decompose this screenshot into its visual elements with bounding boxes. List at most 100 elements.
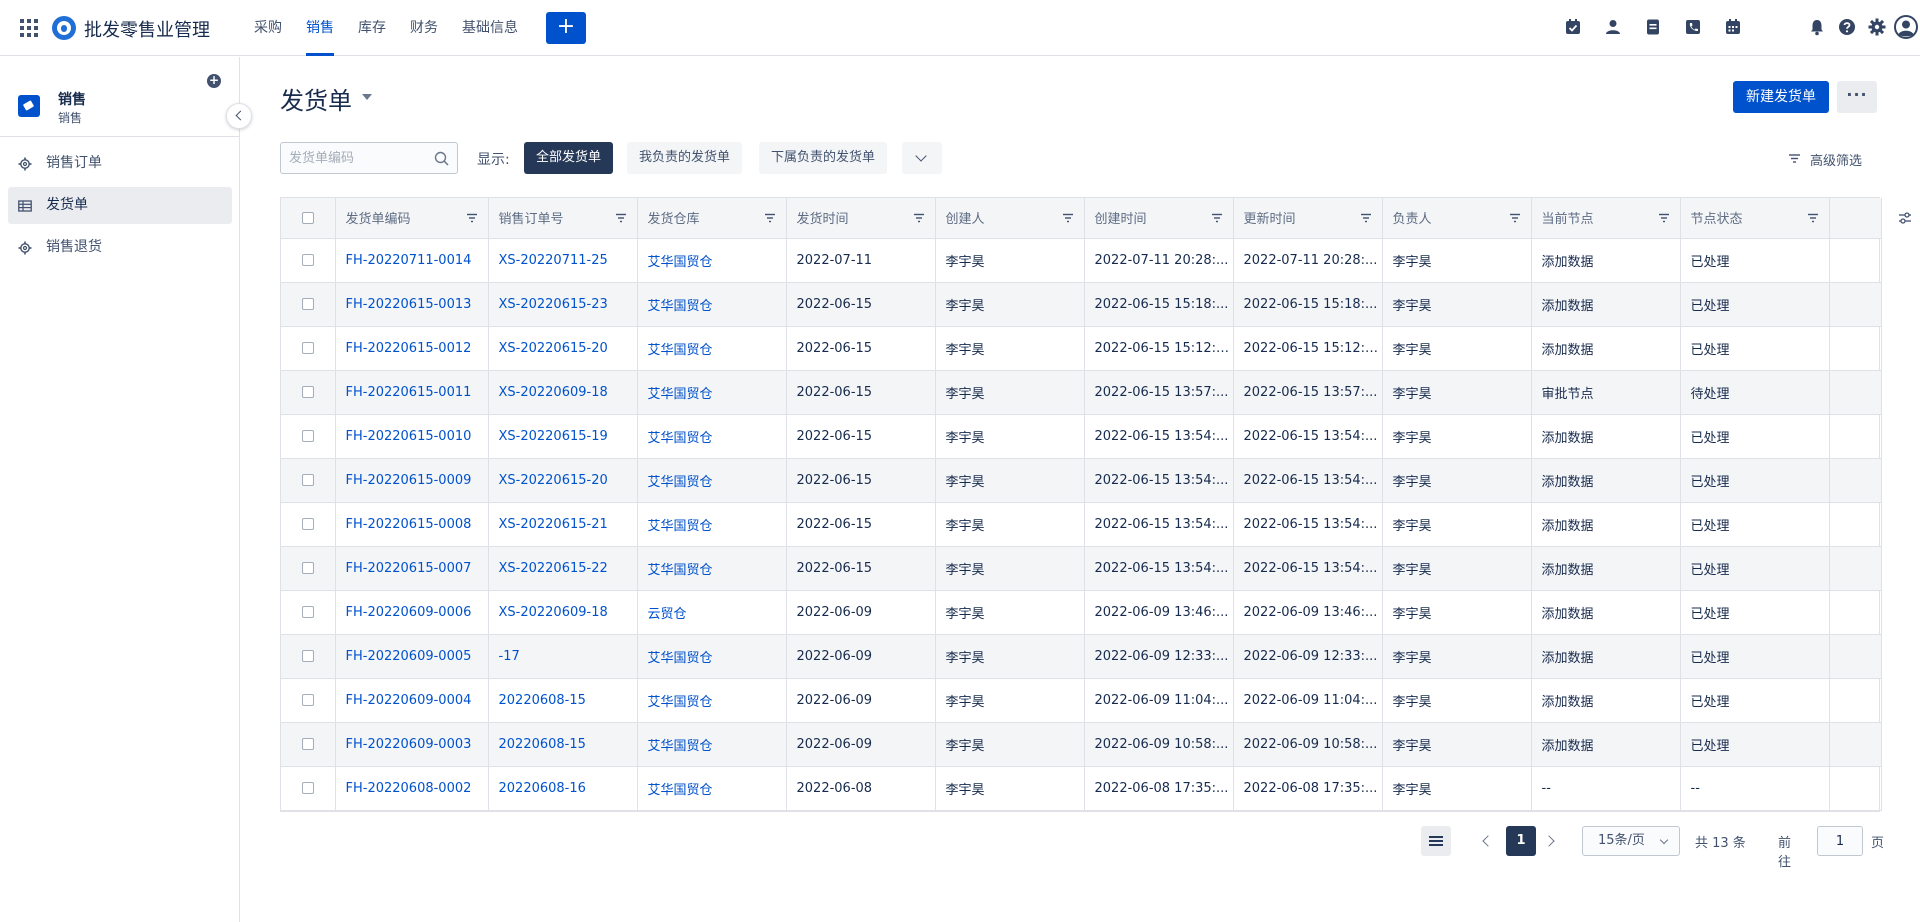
column-header[interactable]: 发货仓库 — [637, 198, 787, 239]
table-cell[interactable]: XS-20220615-22 — [488, 546, 638, 591]
row-checkbox[interactable] — [301, 518, 314, 530]
table-cell[interactable]: XS-20220615-19 — [488, 414, 638, 459]
avatar-icon[interactable] — [1894, 15, 1918, 39]
table-cell[interactable]: FH-20220615-0007 — [335, 546, 489, 591]
filter-icon[interactable] — [1360, 212, 1372, 224]
table-cell[interactable]: FH-20220615-0012 — [335, 326, 489, 371]
current-page-button[interactable]: 1 — [1506, 826, 1536, 856]
table-cell[interactable]: FH-20220711-0014 — [335, 238, 489, 283]
table-row[interactable]: FH-20220615-0009 XS-20220615-20 艾华国贸仓 2022-… — [281, 458, 1882, 503]
add-circle-icon[interactable]: + — [207, 74, 221, 88]
table-cell[interactable]: XS-20220609-18 — [488, 590, 638, 635]
table-cell[interactable]: XS-20220615-20 — [488, 326, 638, 371]
filter-icon[interactable] — [466, 212, 478, 224]
bell-icon[interactable] — [1808, 18, 1826, 36]
page-size-select[interactable]: 15条/页 — [1582, 826, 1680, 856]
table-cell[interactable]: 20220608-15 — [488, 678, 638, 723]
column-header[interactable]: 创建时间 — [1084, 198, 1234, 239]
table-cell[interactable]: 20220608-16 — [488, 766, 638, 811]
table-row[interactable]: FH-20220615-0008 XS-20220615-21 艾华国贸仓 2022-… — [281, 502, 1882, 547]
table-row[interactable]: FH-20220615-0010 XS-20220615-19 艾华国贸仓 2022-… — [281, 414, 1882, 459]
row-checkbox[interactable] — [301, 474, 314, 486]
column-settings-icon[interactable] — [1898, 211, 1912, 225]
table-row[interactable]: FH-20220615-0011 XS-20220609-18 艾华国贸仓 2022-… — [281, 370, 1882, 415]
calendar-icon[interactable] — [1724, 18, 1742, 36]
list-view-button[interactable] — [1421, 826, 1451, 856]
row-checkbox[interactable] — [301, 562, 314, 574]
table-cell[interactable]: XS-20220615-20 — [488, 458, 638, 503]
filter-icon[interactable] — [764, 212, 776, 224]
column-header[interactable]: 更新时间 — [1233, 198, 1383, 239]
task-icon[interactable] — [1564, 18, 1582, 36]
row-checkbox[interactable] — [301, 606, 314, 618]
table-row[interactable]: FH-20220615-0012 XS-20220615-20 艾华国贸仓 2022-… — [281, 326, 1882, 371]
table-cell[interactable]: FH-20220609-0004 — [335, 678, 489, 723]
user-icon[interactable] — [1604, 18, 1622, 36]
table-row[interactable]: FH-20220609-0005 -17 艾华国贸仓 2022-06-09 李宇昊 202… — [281, 634, 1882, 679]
table-cell[interactable]: 艾华国贸仓 — [637, 282, 787, 327]
table-cell[interactable]: 艾华国贸仓 — [637, 458, 787, 503]
goto-page-input[interactable] — [1818, 827, 1862, 855]
filter-my-delivery-notes[interactable]: 我负责的发货单 — [627, 142, 743, 174]
phone-icon[interactable] — [1684, 18, 1702, 36]
sidebar-item-sales-order[interactable]: 销售订单 — [8, 145, 232, 182]
sidebar-item-delivery-note[interactable]: 发货单 — [8, 187, 232, 224]
page-title[interactable]: 发货单 — [280, 81, 352, 116]
column-header[interactable]: 节点状态 — [1680, 198, 1830, 239]
collapse-sidebar-button[interactable] — [226, 103, 252, 129]
more-actions-button[interactable]: ··· — [1837, 81, 1877, 113]
table-cell[interactable]: FH-20220615-0011 — [335, 370, 489, 415]
select-all-checkbox[interactable] — [301, 211, 314, 224]
nav-item-inventory[interactable]: 库存 — [346, 0, 398, 56]
nav-item-finance[interactable]: 财务 — [398, 0, 450, 56]
table-row[interactable]: FH-20220615-0007 XS-20220615-22 艾华国贸仓 2022-… — [281, 546, 1882, 591]
sidebar-item-sales-return[interactable]: 销售退货 — [8, 229, 232, 266]
row-checkbox[interactable] — [301, 386, 314, 398]
table-cell[interactable]: 艾华国贸仓 — [637, 326, 787, 371]
more-filters-dropdown[interactable] — [902, 142, 942, 174]
row-checkbox[interactable] — [301, 650, 314, 662]
table-cell[interactable]: FH-20220608-0002 — [335, 766, 489, 811]
document-icon[interactable] — [1644, 18, 1662, 36]
table-cell[interactable]: FH-20220615-0009 — [335, 458, 489, 503]
table-row[interactable]: FH-20220615-0013 XS-20220615-23 艾华国贸仓 2022-… — [281, 282, 1882, 327]
table-cell[interactable]: 云贸仓 — [637, 590, 787, 635]
settings-icon[interactable] — [1868, 18, 1886, 36]
table-cell[interactable]: 艾华国贸仓 — [637, 678, 787, 723]
chevron-down-icon[interactable] — [362, 94, 372, 100]
filter-icon[interactable] — [913, 212, 925, 224]
table-cell[interactable]: 艾华国贸仓 — [637, 546, 787, 591]
search-input[interactable] — [281, 143, 421, 173]
row-checkbox[interactable] — [301, 254, 314, 266]
table-cell[interactable]: XS-20220615-23 — [488, 282, 638, 327]
filter-icon[interactable] — [1062, 212, 1074, 224]
row-checkbox[interactable] — [301, 342, 314, 354]
filter-subordinate-delivery-notes[interactable]: 下属负责的发货单 — [759, 142, 888, 174]
table-cell[interactable]: FH-20220615-0010 — [335, 414, 489, 459]
row-checkbox[interactable] — [301, 430, 314, 442]
filter-icon[interactable] — [1807, 212, 1819, 224]
table-cell[interactable]: FH-20220609-0005 — [335, 634, 489, 679]
table-cell[interactable]: XS-20220609-18 — [488, 370, 638, 415]
app-switcher-icon[interactable] — [20, 19, 38, 37]
row-checkbox[interactable] — [301, 694, 314, 706]
filter-icon[interactable] — [1509, 212, 1521, 224]
table-row[interactable]: FH-20220711-0014 XS-20220711-25 艾华国贸仓 2022-… — [281, 238, 1882, 283]
row-checkbox[interactable] — [301, 782, 314, 794]
table-cell[interactable]: FH-20220609-0006 — [335, 590, 489, 635]
nav-item-sales[interactable]: 销售 — [294, 0, 346, 56]
next-page-icon[interactable] — [1543, 835, 1555, 847]
filter-icon[interactable] — [615, 212, 627, 224]
filter-all-delivery-notes[interactable]: 全部发货单 — [524, 142, 614, 174]
nav-item-purchase[interactable]: 采购 — [242, 0, 294, 56]
column-header[interactable]: 发货时间 — [786, 198, 936, 239]
table-row[interactable]: FH-20220609-0004 20220608-15 艾华国贸仓 2022-06-… — [281, 678, 1882, 723]
column-header[interactable]: 发货单编码 — [335, 198, 489, 239]
search-icon[interactable] — [434, 151, 449, 166]
prev-page-icon[interactable] — [1482, 835, 1494, 847]
table-cell[interactable]: 艾华国贸仓 — [637, 722, 787, 767]
table-cell[interactable]: 艾华国贸仓 — [637, 370, 787, 415]
table-row[interactable]: FH-20220609-0006 XS-20220609-18 云贸仓 2022-06… — [281, 590, 1882, 635]
column-header[interactable]: 创建人 — [935, 198, 1085, 239]
column-header[interactable]: 负责人 — [1382, 198, 1532, 239]
